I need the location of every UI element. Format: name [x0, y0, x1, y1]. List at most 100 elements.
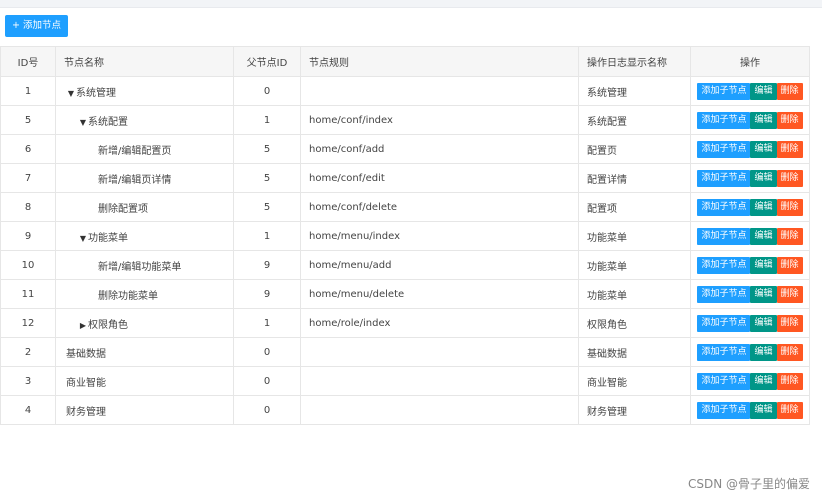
node-name: 系统配置: [88, 116, 128, 128]
cell-parent-id: 5: [233, 134, 301, 164]
cell-rule: home/conf/index: [300, 105, 579, 135]
edit-button[interactable]: 编辑: [750, 227, 777, 245]
edit-button[interactable]: 编辑: [750, 169, 777, 187]
cell-rule: home/role/index: [300, 308, 579, 338]
cell-parent-id: 0: [233, 395, 301, 425]
edit-button[interactable]: 编辑: [750, 111, 777, 129]
cell-rule: home/menu/delete: [300, 279, 579, 309]
cell-log-name: 功能菜单: [578, 279, 691, 309]
cell-actions: 添加子节点 编辑 删除: [690, 337, 810, 367]
delete-button[interactable]: 删除: [776, 314, 803, 332]
add-child-node-button[interactable]: 添加子节点: [697, 343, 751, 361]
cell-log-name: 权限角色: [578, 308, 691, 338]
column-header-actions: 操作: [690, 46, 810, 77]
table-row: 2 基础数据 0 基础数据 添加子节点 编辑 删除: [0, 337, 810, 367]
node-name: 删除配置项: [98, 203, 148, 215]
cell-id: 4: [0, 395, 56, 425]
edit-button[interactable]: 编辑: [750, 82, 777, 100]
cell-parent-id: 0: [233, 337, 301, 367]
add-child-node-button[interactable]: 添加子节点: [697, 198, 751, 216]
cell-rule: home/conf/add: [300, 134, 579, 164]
add-child-node-button[interactable]: 添加子节点: [697, 314, 751, 332]
cell-actions: 添加子节点 编辑 删除: [690, 192, 810, 222]
add-child-node-button[interactable]: 添加子节点: [697, 169, 751, 187]
cell-id: 10: [0, 250, 56, 280]
table-row: 9 ▼ 功能菜单 1 home/menu/index 功能菜单 添加子节点 编辑 删除: [0, 221, 810, 251]
cell-parent-id: 5: [233, 192, 301, 222]
cell-id: 2: [0, 337, 56, 367]
add-child-node-button[interactable]: 添加子节点: [697, 140, 751, 158]
caret-down-icon[interactable]: ▼: [78, 118, 88, 127]
add-child-node-button[interactable]: 添加子节点: [697, 401, 751, 419]
cell-name: 新增/编辑功能菜单: [55, 250, 234, 280]
edit-button[interactable]: 编辑: [750, 314, 777, 332]
table-row: 11 删除功能菜单 9 home/menu/delete 功能菜单 添加子节点 编辑 删除: [0, 279, 810, 309]
add-node-button[interactable]: + 添加节点: [5, 15, 68, 37]
add-child-node-button[interactable]: 添加子节点: [697, 285, 751, 303]
cell-actions: 添加子节点 编辑 删除: [690, 308, 810, 338]
add-child-node-button[interactable]: 添加子节点: [697, 82, 751, 100]
caret-right-icon[interactable]: ▶: [78, 321, 88, 330]
cell-name: 删除功能菜单: [55, 279, 234, 309]
cell-rule: home/conf/delete: [300, 192, 579, 222]
cell-rule: home/menu/index: [300, 221, 579, 251]
delete-button[interactable]: 删除: [776, 82, 803, 100]
edit-button[interactable]: 编辑: [750, 401, 777, 419]
column-header-log-name: 操作日志显示名称: [578, 46, 691, 77]
cell-log-name: 配置页: [578, 134, 691, 164]
edit-button[interactable]: 编辑: [750, 372, 777, 390]
cell-parent-id: 1: [233, 308, 301, 338]
add-child-node-button[interactable]: 添加子节点: [697, 227, 751, 245]
cell-actions: 添加子节点 编辑 删除: [690, 366, 810, 396]
delete-button[interactable]: 删除: [776, 343, 803, 361]
delete-button[interactable]: 删除: [776, 285, 803, 303]
cell-actions: 添加子节点 编辑 删除: [690, 163, 810, 193]
cell-log-name: 系统管理: [578, 76, 691, 106]
cell-id: 7: [0, 163, 56, 193]
column-header-id: ID号: [0, 46, 56, 77]
table-row: 1 ▼ 系统管理 0 系统管理 添加子节点 编辑 删除: [0, 76, 810, 106]
node-table-container: ID号 节点名称 父节点ID 节点规则 操作日志显示名称 操作 1 ▼ 系统管理 0 系…: [0, 46, 810, 425]
cell-actions: 添加子节点 编辑 删除: [690, 76, 810, 106]
delete-button[interactable]: 删除: [776, 140, 803, 158]
cell-name: 基础数据: [55, 337, 234, 367]
cell-actions: 添加子节点 编辑 删除: [690, 250, 810, 280]
cell-actions: 添加子节点 编辑 删除: [690, 279, 810, 309]
add-child-node-button[interactable]: 添加子节点: [697, 256, 751, 274]
cell-parent-id: 1: [233, 221, 301, 251]
node-name: 功能菜单: [88, 232, 128, 244]
cell-rule: home/conf/edit: [300, 163, 579, 193]
delete-button[interactable]: 删除: [776, 256, 803, 274]
node-name: 系统管理: [76, 87, 116, 99]
delete-button[interactable]: 删除: [776, 401, 803, 419]
add-child-node-button[interactable]: 添加子节点: [697, 372, 751, 390]
cell-name: 新增/编辑配置页: [55, 134, 234, 164]
table-row: 6 新增/编辑配置页 5 home/conf/add 配置页 添加子节点 编辑 删除: [0, 134, 810, 164]
edit-button[interactable]: 编辑: [750, 198, 777, 216]
cell-rule: [300, 395, 579, 425]
top-bar: [0, 0, 822, 8]
cell-parent-id: 9: [233, 279, 301, 309]
column-header-name: 节点名称: [55, 46, 234, 77]
node-name: 删除功能菜单: [98, 290, 158, 302]
caret-down-icon[interactable]: ▼: [78, 234, 88, 243]
cell-log-name: 基础数据: [578, 337, 691, 367]
delete-button[interactable]: 删除: [776, 111, 803, 129]
edit-button[interactable]: 编辑: [750, 256, 777, 274]
table-row: 7 新增/编辑页详情 5 home/conf/edit 配置详情 添加子节点 编辑 删除: [0, 163, 810, 193]
edit-button[interactable]: 编辑: [750, 285, 777, 303]
cell-name: ▼ 系统配置: [55, 105, 234, 135]
cell-name: ▶ 权限角色: [55, 308, 234, 338]
delete-button[interactable]: 删除: [776, 198, 803, 216]
caret-down-icon[interactable]: ▼: [66, 89, 76, 98]
delete-button[interactable]: 删除: [776, 227, 803, 245]
cell-log-name: 配置项: [578, 192, 691, 222]
delete-button[interactable]: 删除: [776, 169, 803, 187]
delete-button[interactable]: 删除: [776, 372, 803, 390]
edit-button[interactable]: 编辑: [750, 343, 777, 361]
add-child-node-button[interactable]: 添加子节点: [697, 111, 751, 129]
edit-button[interactable]: 编辑: [750, 140, 777, 158]
vertical-scrollbar[interactable]: [810, 46, 822, 421]
cell-rule: [300, 337, 579, 367]
cell-name: 财务管理: [55, 395, 234, 425]
